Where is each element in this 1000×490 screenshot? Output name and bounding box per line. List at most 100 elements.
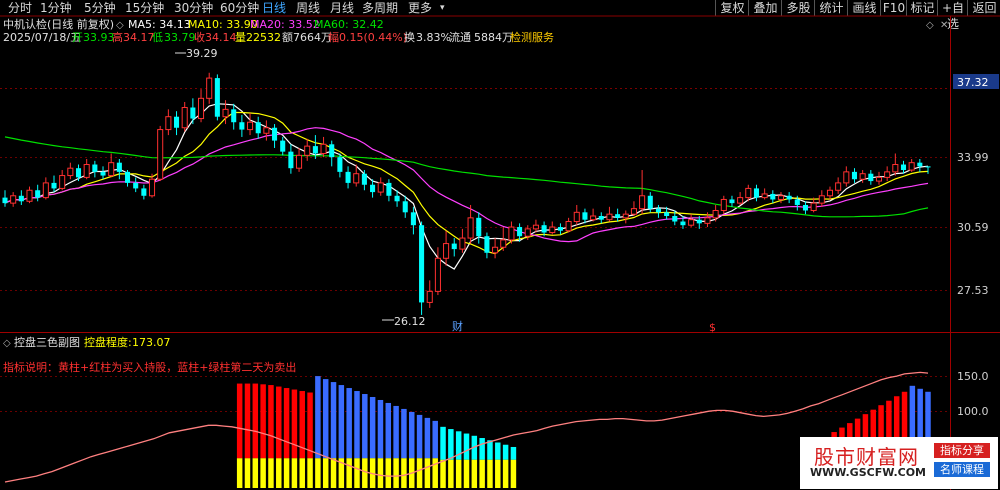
stock-title: 中机认检(日线 前复权) bbox=[3, 17, 114, 31]
indicator-bar bbox=[338, 385, 345, 459]
indicator-description: 指标说明：黄柱+红柱为买入持股，蓝柱+绿柱第二天为卖出 bbox=[3, 360, 296, 374]
indicator-bar bbox=[432, 458, 438, 488]
candle-body bbox=[565, 221, 572, 232]
candle-body bbox=[573, 211, 580, 223]
candle-body bbox=[492, 246, 499, 254]
candle-body bbox=[26, 189, 33, 202]
indicator-bar bbox=[268, 458, 274, 488]
candle-body bbox=[704, 217, 711, 224]
indicator-bar bbox=[362, 394, 368, 459]
candle-body bbox=[10, 195, 17, 204]
candle-body bbox=[148, 178, 156, 197]
indicator-bar bbox=[463, 459, 470, 488]
volume-value: 22532 bbox=[246, 31, 281, 44]
candle-body bbox=[100, 171, 106, 176]
candle-body bbox=[402, 201, 408, 213]
low-value: 33.79 bbox=[164, 31, 196, 44]
candle-body bbox=[802, 204, 809, 211]
diamond-icon[interactable]: ◇ bbox=[926, 20, 934, 31]
indicator-bar bbox=[354, 391, 360, 459]
candle-body bbox=[582, 212, 588, 220]
amount-value: 7664万 bbox=[293, 31, 332, 44]
industry-link: 检测服务 bbox=[510, 30, 554, 44]
close-icon[interactable]: ✕ bbox=[940, 20, 948, 31]
indicator-bar bbox=[502, 444, 509, 460]
indicator-bar bbox=[416, 458, 423, 488]
float-label: 流通 bbox=[449, 30, 471, 44]
candle-body bbox=[770, 193, 776, 200]
indicator-bar bbox=[448, 459, 454, 488]
candle-body bbox=[875, 176, 883, 182]
indicator-bar bbox=[276, 458, 282, 488]
candle-body bbox=[35, 190, 41, 198]
candle-body bbox=[476, 217, 482, 237]
candle-body bbox=[239, 122, 245, 130]
finance-event-marker: 财 bbox=[452, 319, 463, 333]
candle-body bbox=[777, 195, 785, 200]
low-price-marker: 26.12 bbox=[394, 315, 426, 328]
candle-body bbox=[868, 173, 874, 182]
indicator-bar bbox=[377, 399, 384, 459]
candle-body bbox=[622, 213, 629, 219]
candle-body bbox=[761, 193, 768, 199]
indicator-bar bbox=[268, 385, 274, 459]
change-label: 幅 bbox=[328, 31, 339, 44]
candle-body bbox=[198, 97, 205, 120]
candle-body bbox=[826, 189, 834, 197]
candle-body bbox=[141, 188, 147, 196]
high-price-marker: 39.29 bbox=[186, 47, 218, 60]
indicator-bar bbox=[315, 458, 321, 488]
candle-body bbox=[900, 164, 907, 171]
candle-body bbox=[598, 216, 604, 220]
axis-tick-2: 30.59 bbox=[957, 221, 989, 234]
candles bbox=[2, 72, 931, 315]
candle-body bbox=[247, 121, 254, 131]
ma60-line bbox=[4, 136, 929, 218]
candle-body bbox=[181, 107, 188, 129]
indicator-bar bbox=[322, 379, 329, 459]
indicator-bar bbox=[330, 382, 337, 459]
indicator-bar bbox=[236, 383, 243, 459]
candle-body bbox=[729, 199, 735, 204]
indicator-bar bbox=[401, 458, 407, 488]
indicator-bar bbox=[291, 458, 298, 488]
candle-body bbox=[42, 182, 49, 199]
watermark-tag-1: 指标分享 bbox=[934, 443, 990, 458]
candle-body bbox=[737, 197, 744, 204]
indicator-bar bbox=[260, 384, 266, 459]
indicator-bar bbox=[440, 426, 446, 460]
candle-body bbox=[549, 226, 556, 234]
volume-label: 量 bbox=[235, 31, 246, 44]
candle-body bbox=[386, 182, 392, 196]
candle-body bbox=[304, 145, 311, 156]
indicator-bar bbox=[330, 458, 337, 488]
indicator-bar bbox=[393, 458, 399, 488]
candle-body bbox=[696, 219, 702, 224]
indicator-bar bbox=[495, 459, 501, 488]
candle-body bbox=[541, 225, 547, 233]
candle-body bbox=[786, 195, 792, 200]
candle-body bbox=[680, 221, 686, 226]
indicator-bar bbox=[346, 458, 352, 488]
low-label: 低 bbox=[152, 31, 163, 44]
stock-header: 中机认检(日线 前复权) ◇ MA5: 34.13 MA10: 33.90 MA… bbox=[3, 17, 554, 44]
ma60-legend: MA60: 32.42 bbox=[314, 18, 384, 31]
candle-body bbox=[329, 144, 335, 158]
candle-body bbox=[557, 227, 563, 231]
candle-body bbox=[173, 116, 180, 128]
candle-body bbox=[655, 208, 661, 213]
indicator-bar bbox=[307, 458, 313, 488]
high-value: 34.17 bbox=[123, 31, 155, 44]
candle-body bbox=[108, 162, 115, 177]
open-label: 开 bbox=[72, 31, 83, 44]
candle-body bbox=[720, 198, 727, 211]
candle-body bbox=[843, 171, 850, 184]
indicator-bar bbox=[440, 459, 446, 488]
float-value: 5884万 bbox=[474, 31, 513, 44]
candle-body bbox=[214, 78, 220, 117]
indicator-bar bbox=[495, 442, 501, 460]
ma20-line bbox=[4, 127, 929, 243]
close-value: 34.14 bbox=[205, 31, 237, 44]
candle-body bbox=[165, 116, 172, 131]
price-axis: 37.32 33.99 30.59 27.53 150.0 100.0 bbox=[953, 74, 999, 418]
